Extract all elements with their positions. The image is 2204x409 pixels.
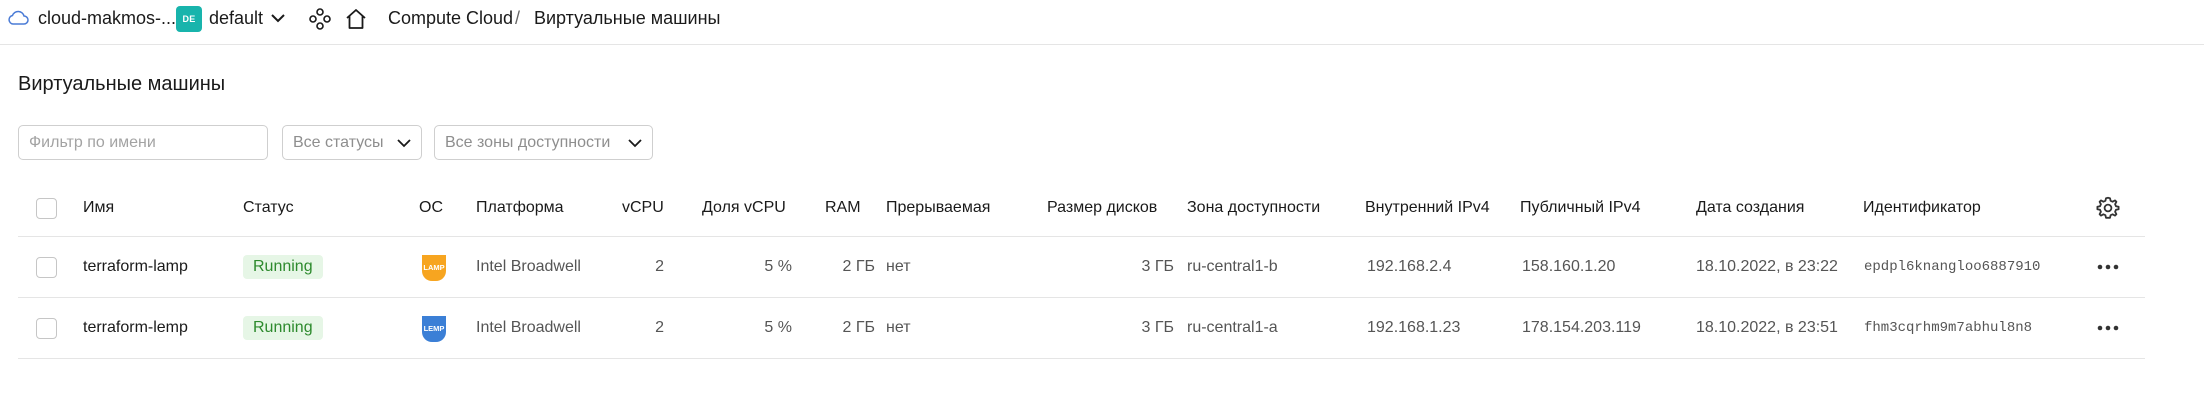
created-date: 18.10.2022, в 23:22 (1696, 258, 1838, 275)
services-icon[interactable] (308, 7, 332, 31)
row-select-cell (36, 298, 57, 358)
folder-badge[interactable]: DE (176, 6, 202, 32)
preemptible: нет (886, 319, 911, 336)
disk-size: 3 ГБ (1141, 258, 1174, 275)
lamp-os-icon: LAMP (422, 255, 446, 281)
column-header-id[interactable]: Идентификатор (1863, 180, 1981, 236)
vm-name[interactable]: terraform-lemp (83, 298, 188, 358)
breadcrumb-current: Виртуальные машины (534, 8, 721, 28)
select-all-checkbox[interactable] (36, 197, 57, 219)
more-actions-icon[interactable] (2096, 263, 2120, 271)
row-checkbox[interactable] (36, 256, 57, 278)
ram: 2 ГБ (842, 319, 875, 336)
column-header-status[interactable]: Статус (243, 180, 294, 236)
vm-id: epdpl6knangloo6887910 (1864, 259, 2041, 275)
column-header-disk-size[interactable]: Размер дисков (1047, 180, 1157, 236)
actions-cell (2096, 298, 2120, 358)
platform: Intel Broadwell (476, 319, 581, 336)
breadcrumb-service[interactable]: Compute Cloud (388, 8, 513, 29)
gear-icon[interactable] (2096, 196, 2120, 220)
os-cell: LEMP (418, 298, 450, 358)
public-ip: 178.154.203.119 (1522, 319, 1641, 336)
column-header-vcpu-share[interactable]: Доля vCPU (702, 180, 786, 236)
vm-table: Имя Статус ОС Платформа vCPU Доля vCPU R… (18, 180, 2145, 359)
column-header-vcpu[interactable]: vCPU (622, 180, 664, 236)
row-checkbox[interactable] (36, 317, 57, 339)
more-actions-icon[interactable] (2096, 324, 2120, 332)
chevron-down-icon (397, 138, 411, 147)
status-filter-select[interactable]: Все статусы (282, 125, 422, 160)
status-cell: Running (243, 298, 323, 358)
internal-ip: 192.168.2.4 (1367, 258, 1452, 275)
table-row[interactable]: terraform-lemp Running LEMP Intel Broadw… (18, 298, 2145, 359)
cloud-selector[interactable]: cloud-makmos-... (38, 8, 176, 29)
internal-ip: 192.168.1.23 (1367, 319, 1461, 336)
vcpu: 2 (655, 319, 664, 336)
home-icon[interactable] (344, 7, 368, 31)
vcpu-share: 5 % (764, 319, 792, 336)
column-header-platform[interactable]: Платформа (476, 180, 564, 236)
column-settings-cell (2096, 180, 2120, 236)
os-label: LEMP (424, 324, 445, 333)
actions-cell (2096, 237, 2120, 297)
vm-name[interactable]: terraform-lamp (83, 237, 188, 297)
folder-selector[interactable]: default (209, 8, 263, 29)
created-date: 18.10.2022, в 23:51 (1696, 319, 1838, 336)
name-filter-input[interactable] (18, 125, 268, 160)
column-header-created[interactable]: Дата создания (1696, 180, 1804, 236)
lemp-os-icon: LEMP (422, 316, 446, 342)
chevron-down-icon (628, 138, 642, 147)
public-ip: 158.160.1.20 (1522, 258, 1616, 275)
preemptible: нет (886, 258, 911, 275)
page-title: Виртуальные машины (18, 73, 226, 95)
status-badge: Running (243, 316, 323, 340)
column-header-name[interactable]: Имя (83, 180, 114, 236)
cloud-icon[interactable] (7, 10, 29, 26)
ram: 2 ГБ (842, 258, 875, 275)
table-row[interactable]: terraform-lamp Running LAMP Intel Broadw… (18, 237, 2145, 298)
status-filter-value: Все статусы (293, 133, 384, 151)
zone: ru-central1-b (1187, 258, 1278, 275)
os-label: LAMP (423, 263, 444, 272)
status-cell: Running (243, 237, 323, 297)
platform: Intel Broadwell (476, 258, 581, 275)
vcpu-share: 5 % (764, 258, 792, 275)
disk-size: 3 ГБ (1141, 319, 1174, 336)
vcpu: 2 (655, 258, 664, 275)
breadcrumb-separator: / (515, 8, 521, 28)
column-header-preemptible[interactable]: Прерываемая (886, 180, 990, 236)
column-header-internal-ip[interactable]: Внутренний IPv4 (1365, 180, 1490, 236)
os-cell: LAMP (418, 237, 450, 297)
table-header-row: Имя Статус ОС Платформа vCPU Доля vCPU R… (18, 180, 2145, 237)
top-bar: cloud-makmos-... DE default Compute Clou… (0, 0, 2204, 45)
select-all-cell (36, 180, 57, 236)
vm-id: fhm3cqrhm9m7abhul8n8 (1864, 320, 2033, 336)
zone-filter-value: Все зоны доступности (445, 133, 611, 151)
chevron-down-icon[interactable] (270, 12, 286, 24)
status-badge: Running (243, 255, 323, 279)
column-header-public-ip[interactable]: Публичный IPv4 (1520, 180, 1640, 236)
column-header-ram[interactable]: RAM (825, 180, 861, 236)
zone-filter-select[interactable]: Все зоны доступности (434, 125, 653, 160)
row-select-cell (36, 237, 57, 297)
column-header-zone[interactable]: Зона доступности (1187, 180, 1320, 236)
column-header-os[interactable]: ОС (419, 180, 443, 236)
zone: ru-central1-a (1187, 319, 1278, 336)
